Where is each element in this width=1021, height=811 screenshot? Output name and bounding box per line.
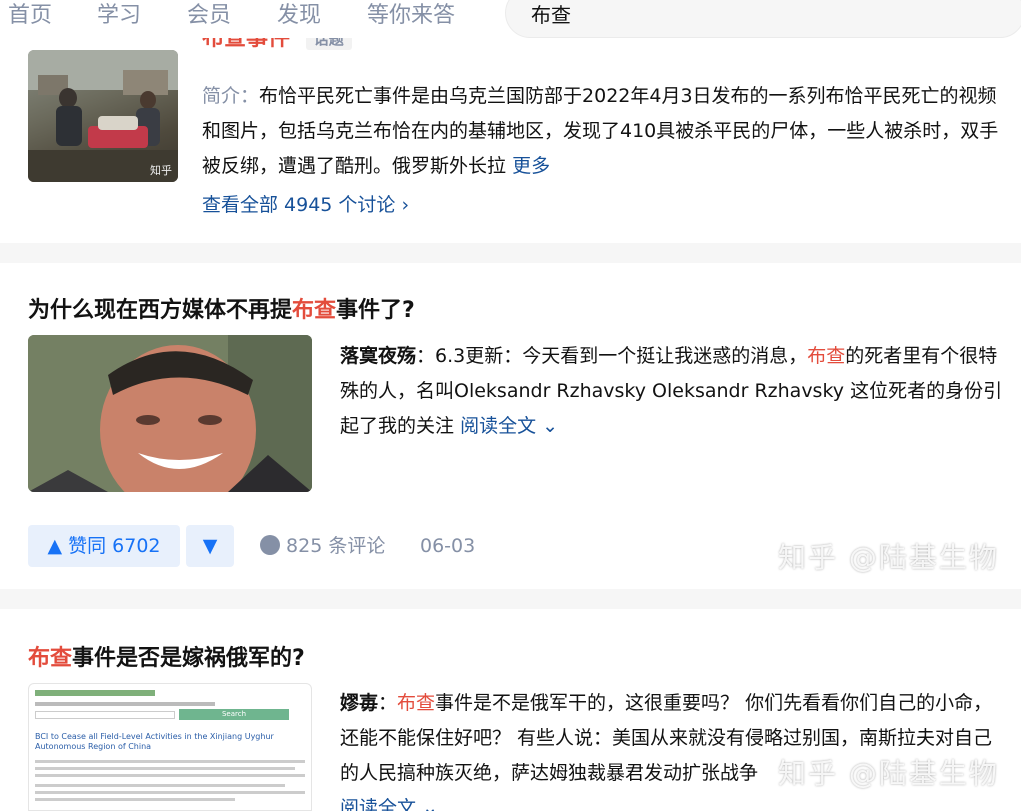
tab-discover[interactable]: 发现 [277, 0, 321, 32]
intro-label: 简介： [202, 85, 260, 107]
answer-title[interactable]: 布查事件是否是嫁祸俄军的? [28, 644, 305, 674]
author-name[interactable]: 嫪毐 [340, 692, 378, 714]
answer-excerpt[interactable]: 落寞夜殇：6.3更新：今天看到一个挺让我迷惑的消息，布查的死者里有个很特殊的人，… [340, 339, 1006, 444]
title-text: 事件是否是嫁祸俄军的? [72, 646, 305, 671]
upvote-button[interactable]: ▲ 赞同 6702 [28, 525, 180, 567]
intro-text: 布恰平民死亡事件是由乌克兰国防部于2022年4月3日发布的一系列布恰平民死亡的视… [202, 85, 999, 177]
title-text: 为什么现在西方媒体不再提 [28, 298, 293, 323]
comment-count: 825 条评论 [286, 535, 386, 557]
topic-title-row: 布查事件 话题 [202, 38, 352, 64]
answer-excerpt[interactable]: 嫪毐：布查事件是不是俄军干的，这很重要吗？ 你们先看看你们自己的小命，还能不能保… [340, 686, 1006, 811]
tab-vip[interactable]: 会员 [187, 0, 231, 32]
answer-thumbnail[interactable] [28, 335, 312, 492]
see-all-discussions-link[interactable]: 查看全部 4945 个讨论 › [202, 188, 409, 223]
chevron-down-icon: ⌄ [422, 797, 438, 811]
portrait-photo [28, 335, 312, 492]
excerpt-text: ： [378, 692, 398, 714]
thumb-line [35, 798, 235, 801]
topic-tag-badge: 话题 [305, 38, 352, 50]
tab-waiting-answers[interactable]: 等你来答 [367, 0, 455, 32]
title-highlight: 布查 [292, 298, 337, 323]
thumb-line [35, 784, 285, 787]
excerpt-highlight: 布查 [397, 692, 436, 714]
tab-learn[interactable]: 学习 [97, 0, 141, 32]
watermark: 知乎 @陆基生物 [778, 757, 999, 790]
thumb-line [35, 791, 305, 794]
search-value[interactable]: 布查 [531, 0, 571, 30]
downvote-button[interactable]: ▼ [186, 525, 234, 567]
answer-date: 06-03 [420, 535, 476, 557]
watermark: 知乎 @陆基生物 [778, 541, 999, 574]
read-more-link[interactable]: 阅读全文 ⌄ [460, 415, 558, 437]
thumb-search-button: Search [179, 709, 289, 720]
thumb-search-box [35, 711, 175, 719]
thumb-line [35, 760, 305, 763]
excerpt-text: ：6.3更新：今天看到一个挺让我迷惑的消息， [416, 345, 808, 367]
more-link[interactable]: 更多 [512, 155, 550, 177]
answer-thumbnail[interactable]: Search BCI to Cease all Field-Level Acti… [28, 683, 312, 811]
thumb-watermark: 知乎 [150, 164, 172, 177]
author-name[interactable]: 落寞夜殇 [340, 345, 416, 367]
answer-title[interactable]: 为什么现在西方媒体不再提布查事件了? [28, 296, 415, 326]
search-input[interactable] [505, 0, 1021, 38]
thumb-line [35, 774, 305, 777]
topic-thumbnail[interactable]: 知乎 [28, 50, 178, 182]
read-more-link[interactable]: 阅读全文 ⌄ [340, 797, 438, 811]
topic-title[interactable]: 布查事件 [202, 38, 290, 52]
title-highlight: 布查 [28, 646, 73, 671]
excerpt-highlight: 布查 [807, 345, 846, 367]
comment-icon [260, 535, 280, 555]
topic-card: 知乎 布查事件 话题 简介：布恰平民死亡事件是由乌克兰国防部于2022年4月3日… [0, 38, 1021, 243]
thumb-line [35, 690, 155, 696]
thumb-line [35, 767, 295, 770]
top-nav: 首页 学习 会员 发现 等你来答 布查 [0, 0, 1021, 38]
title-text-end: 事件了? [336, 298, 415, 323]
tab-home[interactable]: 首页 [8, 0, 52, 32]
comments-button[interactable]: 825 条评论 [260, 525, 385, 567]
topic-intro: 简介：布恰平民死亡事件是由乌克兰国防部于2022年4月3日发布的一系列布恰平民死… [202, 79, 1002, 184]
chevron-down-icon: ⌄ [542, 415, 559, 437]
thumb-heading: BCI to Cease all Field-Level Activities … [35, 732, 274, 751]
thumb-line [35, 702, 215, 706]
